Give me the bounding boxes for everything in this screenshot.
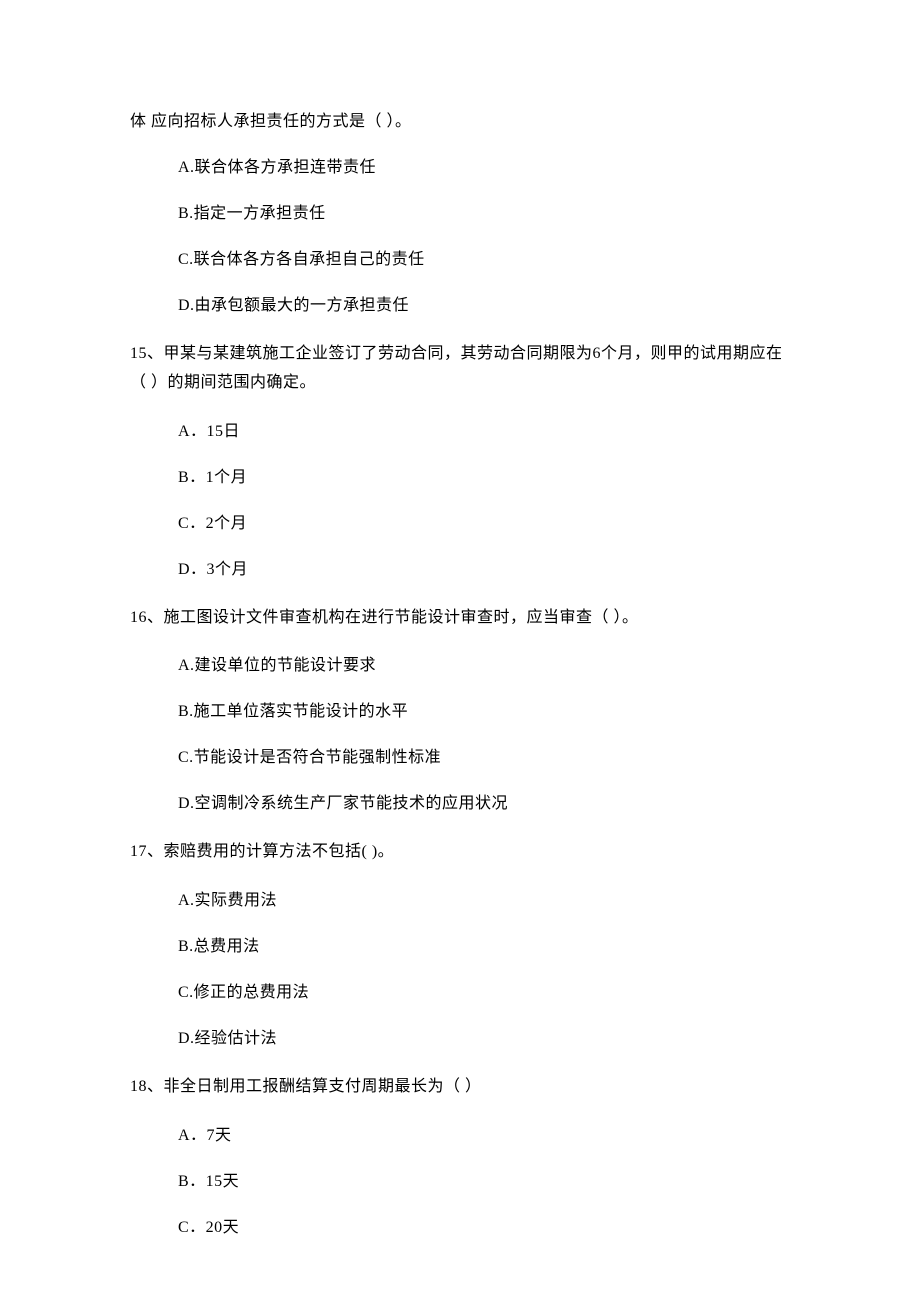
question-15-options: A．15日 B．1个月 C．2个月 D．3个月 [130,420,790,582]
option-18-a: A．7天 [178,1124,790,1148]
option-15-a: A．15日 [178,420,790,444]
option-14-a: A.联合体各方承担连带责任 [178,156,790,180]
option-14-c: C.联合体各方各自承担自己的责任 [178,248,790,272]
option-17-c: C.修正的总费用法 [178,981,790,1005]
option-17-a: A.实际费用法 [178,889,790,913]
option-14-b: B.指定一方承担责任 [178,202,790,226]
option-16-c: C.节能设计是否符合节能强制性标准 [178,746,790,770]
question-18-options: A．7天 B．15天 C．20天 [130,1124,790,1240]
question-17-options: A.实际费用法 B.总费用法 C.修正的总费用法 D.经验估计法 [130,889,790,1051]
question-15-text: 15、甲某与某建筑施工企业签订了劳动合同，其劳动合同期限为6个月，则甲的试用期应… [130,340,790,398]
option-16-d: D.空调制冷系统生产厂家节能技术的应用状况 [178,792,790,816]
option-16-b: B.施工单位落实节能设计的水平 [178,700,790,724]
option-14-d: D.由承包额最大的一方承担责任 [178,294,790,318]
question-18-text: 18、非全日制用工报酬结算支付周期最长为（ ） [130,1073,790,1102]
question-14-continuation: 体 应向招标人承担责任的方式是（ ）。 [130,110,790,134]
question-17-text: 17、索赔费用的计算方法不包括( )。 [130,838,790,867]
option-15-c: C．2个月 [178,512,790,536]
question-16-text: 16、施工图设计文件审查机构在进行节能设计审查时，应当审查（ ）。 [130,604,790,633]
option-17-d: D.经验估计法 [178,1027,790,1051]
option-15-b: B．1个月 [178,466,790,490]
question-16-options: A.建设单位的节能设计要求 B.施工单位落实节能设计的水平 C.节能设计是否符合… [130,654,790,816]
option-15-d: D．3个月 [178,558,790,582]
option-17-b: B.总费用法 [178,935,790,959]
question-14-options: A.联合体各方承担连带责任 B.指定一方承担责任 C.联合体各方各自承担自己的责… [130,156,790,318]
option-18-c: C．20天 [178,1216,790,1240]
option-16-a: A.建设单位的节能设计要求 [178,654,790,678]
option-18-b: B．15天 [178,1170,790,1194]
